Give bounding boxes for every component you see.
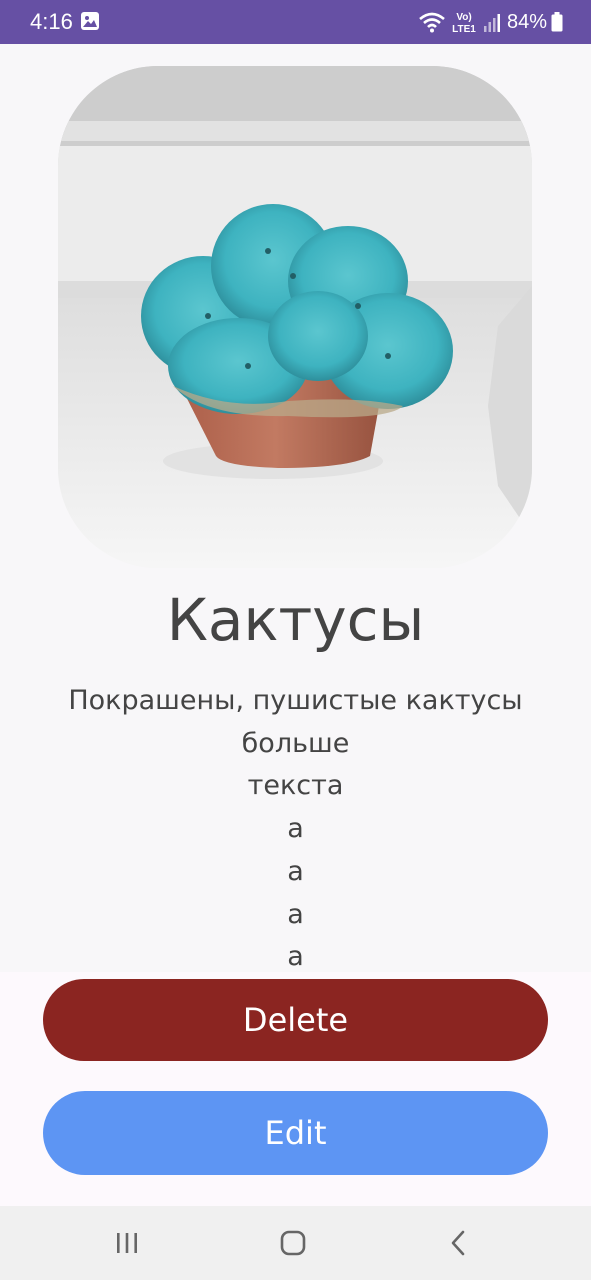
gallery-icon bbox=[81, 12, 99, 30]
description-line: Покрашены, пушистые кактусы bbox=[68, 685, 523, 716]
description-line: больше bbox=[241, 727, 350, 759]
status-icons: Vo) LTE1 84% bbox=[419, 8, 563, 36]
delete-button[interactable]: Delete bbox=[43, 979, 548, 1061]
status-time: 4:16 bbox=[30, 9, 73, 34]
description-line: а bbox=[287, 813, 304, 845]
wifi-icon bbox=[419, 12, 445, 33]
edit-button[interactable]: Edit bbox=[43, 1091, 548, 1175]
battery-percent: 84% bbox=[506, 10, 547, 33]
back-icon[interactable] bbox=[444, 1228, 474, 1258]
status-bar: 4:16 Vo) LTE1 84% bbox=[0, 0, 591, 44]
description-line: а bbox=[287, 855, 304, 887]
battery-icon bbox=[551, 12, 563, 32]
description-line: а bbox=[287, 898, 304, 930]
signal-icon bbox=[483, 14, 500, 32]
recent-apps-icon[interactable] bbox=[112, 1228, 142, 1258]
description-line: текста bbox=[247, 770, 344, 802]
cactus-photo bbox=[58, 66, 532, 568]
network-label-top: Vo) bbox=[456, 12, 471, 23]
navigation-bar bbox=[0, 1206, 591, 1280]
item-title: Кактусы bbox=[166, 586, 425, 654]
network-label-bottom: LTE1 bbox=[452, 24, 476, 35]
item-description: Покрашены, пушистые кактусы больше текст… bbox=[0, 680, 591, 979]
cactus-illustration bbox=[58, 66, 532, 568]
volte-icon: Vo) LTE1 bbox=[452, 12, 476, 35]
home-icon[interactable] bbox=[278, 1228, 308, 1258]
screen: 4:16 Vo) LTE1 84% Кактусы Покрашены, пуш… bbox=[0, 0, 591, 1280]
